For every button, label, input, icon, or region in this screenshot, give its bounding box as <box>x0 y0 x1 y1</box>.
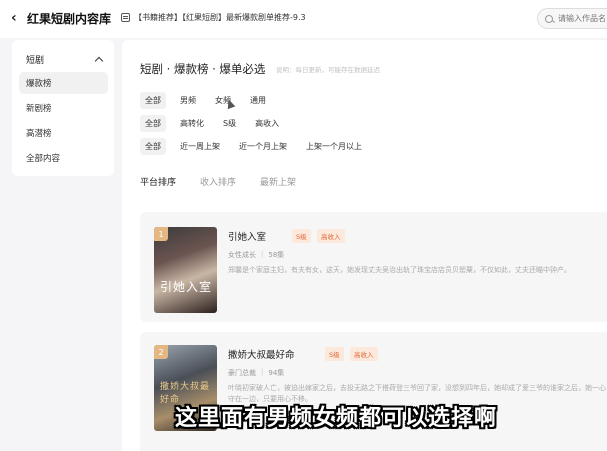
tab-newest[interactable]: 最新上架 <box>260 175 296 188</box>
drama-episodes: 94集 <box>268 369 285 377</box>
search-box[interactable] <box>537 8 607 29</box>
section-title: 短剧 · 爆款榜 · 爆单必选 <box>140 62 266 76</box>
sidebar-group-label: 短剧 <box>26 55 45 66</box>
sidebar: 短剧 爆款榜 新剧榜 高潜榜 全部内容 <box>12 40 114 176</box>
meta-divider: | <box>261 250 264 258</box>
drama-title[interactable]: 引她入室 <box>228 229 266 243</box>
tag-high-income: 高收入 <box>317 229 345 243</box>
chevron-up-icon[interactable] <box>94 56 104 65</box>
filter-chip-male[interactable]: 男频 <box>175 92 201 109</box>
sort-tabs: 平台排序 收入排序 最新上架 <box>140 175 296 188</box>
filter-chip-over-month[interactable]: 上架一个月以上 <box>301 138 367 155</box>
sidebar-item-all[interactable]: 全部内容 <box>19 147 108 169</box>
video-subtitle: 这里面有男频女频都可以选择啊 <box>175 406 498 431</box>
sidebar-item-new[interactable]: 新剧榜 <box>19 97 108 119</box>
search-icon <box>545 14 553 23</box>
notice-icon <box>121 13 130 22</box>
filter-row-date: 全部 近一周上架 近一个月上架 上架一个月以上 <box>140 138 367 155</box>
drama-card[interactable]: 1 引她入室 引她入室 S级 高收入 女性成长 | 58集 郑馨是个家庭主妇，有… <box>140 212 607 322</box>
drama-meta: 豪门总裁 | 94集 <box>228 368 284 378</box>
rank-badge: 2 <box>154 345 168 359</box>
sidebar-item-label: 高潜榜 <box>26 129 52 139</box>
sidebar-group-shortdrama[interactable]: 短剧 <box>12 51 114 67</box>
drama-meta: 女性成长 | 58集 <box>228 250 284 260</box>
filter-chip-high-income[interactable]: 高收入 <box>250 115 284 132</box>
section-subtitle: 说明：每日更新，可能存在数据延迟 <box>276 66 380 74</box>
filter-row-gender: 全部 男频 女频 通用 <box>140 92 271 109</box>
sidebar-item-label: 爆款榜 <box>26 79 52 89</box>
drama-title[interactable]: 撒娇大叔最好命 <box>228 347 295 361</box>
filter-row-type: 全部 高转化 S级 高收入 <box>140 115 284 132</box>
drama-card[interactable]: 2 撒娇大叔最好命 撒娇大叔最好命 S级 高收入 豪门总裁 | 94集 叶晓初家… <box>140 332 607 451</box>
tab-platform-sort[interactable]: 平台排序 <box>140 175 176 188</box>
sidebar-item-label: 全部内容 <box>26 154 61 164</box>
filter-chip-month[interactable]: 近一个月上架 <box>234 138 292 155</box>
tag-s-level: S级 <box>325 347 344 361</box>
tag-high-income: 高收入 <box>350 347 378 361</box>
notice-banner[interactable]: 【书籍推荐】【红果短剧】最新爆款剧单推荐-9.3 <box>121 12 306 23</box>
meta-divider: | <box>261 368 264 376</box>
drama-description: 郑馨是个家庭主妇，有夫有女，这天，她发现丈夫吴治出轨了珠宝店店员贝罂粟，不仅如此… <box>228 266 571 274</box>
top-bar: ‹ 红果短剧内容库 【书籍推荐】【红果短剧】最新爆款剧单推荐-9.3 <box>0 0 607 38</box>
filter-chip-s-level[interactable]: S级 <box>218 115 241 132</box>
drama-cover[interactable]: 1 引她入室 <box>154 227 217 313</box>
sidebar-item-hot[interactable]: 爆款榜 <box>19 72 108 94</box>
sidebar-item-potential[interactable]: 高潜榜 <box>19 122 108 144</box>
chevron-left-icon[interactable]: ‹ <box>11 10 17 26</box>
sidebar-item-label: 新剧榜 <box>26 104 52 114</box>
cover-title: 引她入室 <box>160 280 213 294</box>
filter-chip-all[interactable]: 全部 <box>140 92 166 109</box>
search-input[interactable] <box>558 14 607 23</box>
filter-chip-all[interactable]: 全部 <box>140 138 166 155</box>
tab-income-sort[interactable]: 收入排序 <box>200 175 236 188</box>
main-panel: 短剧 · 爆款榜 · 爆单必选 说明：每日更新，可能存在数据延迟 全部 男频 女… <box>122 40 607 451</box>
filter-chip-week[interactable]: 近一周上架 <box>175 138 225 155</box>
drama-category: 女性成长 <box>228 251 256 259</box>
tag-s-level: S级 <box>292 229 311 243</box>
drama-category: 豪门总裁 <box>228 369 256 377</box>
filter-chip-all[interactable]: 全部 <box>140 115 166 132</box>
filter-chip-general[interactable]: 通用 <box>245 92 271 109</box>
drama-episodes: 58集 <box>268 251 285 259</box>
rank-badge: 1 <box>154 227 168 241</box>
filter-chip-high-conversion[interactable]: 高转化 <box>175 115 209 132</box>
notice-text: 【书籍推荐】【红果短剧】最新爆款剧单推荐-9.3 <box>134 13 306 22</box>
page-title: 红果短剧内容库 <box>27 12 112 26</box>
